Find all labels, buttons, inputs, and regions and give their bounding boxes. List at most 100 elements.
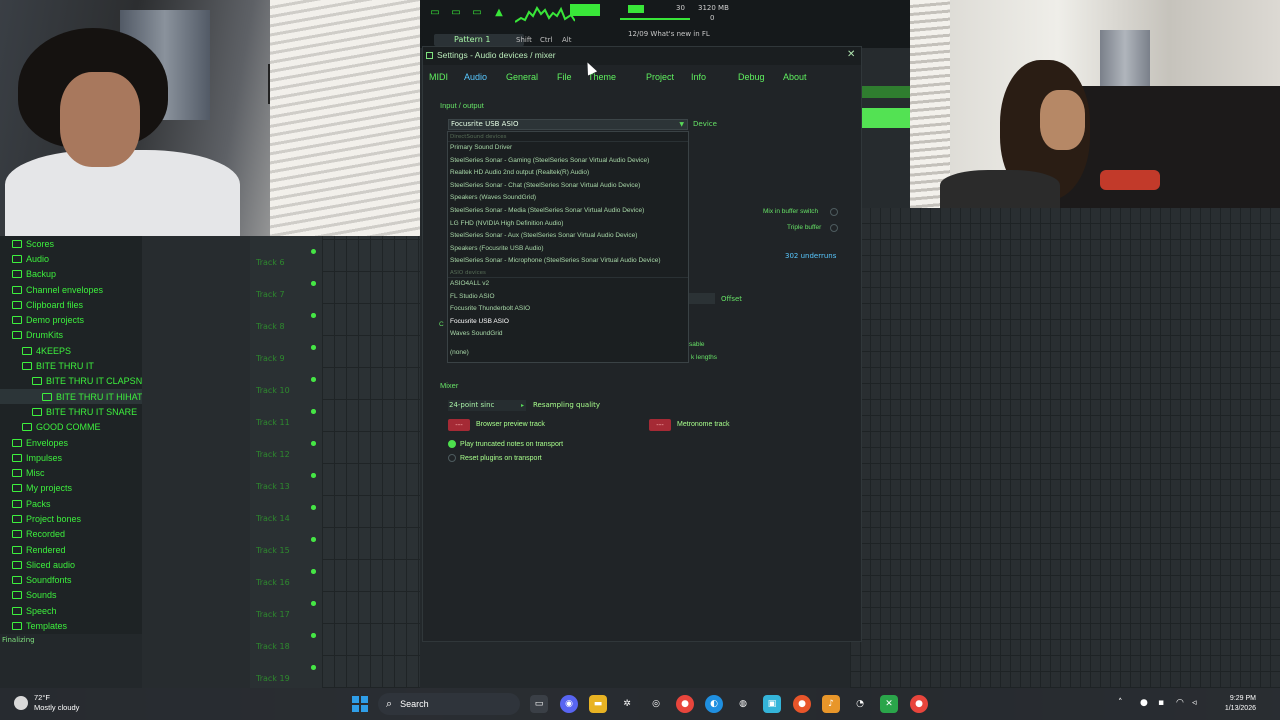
track-mute-led[interactable]	[311, 313, 316, 318]
track-label[interactable]: Track 7	[256, 290, 285, 299]
dropdown-item[interactable]: SteelSeries Sonar - Aux (SteelSeries Son…	[448, 230, 688, 243]
track-mute-led[interactable]	[311, 345, 316, 350]
dropdown-item[interactable]: LG FHD (NVIDIA High Definition Audio)	[448, 218, 688, 231]
pattern-selector[interactable]: Pattern 1	[434, 34, 524, 46]
dropdown-item[interactable]: SteelSeries Sonar - Media (SteelSeries S…	[448, 205, 688, 218]
windows-start-icon[interactable]	[352, 696, 368, 712]
browser-item[interactable]: Speech	[0, 603, 142, 618]
track-label[interactable]: Track 15	[256, 546, 290, 555]
tab-info[interactable]: Info	[691, 72, 706, 82]
track-mute-led[interactable]	[311, 537, 316, 542]
ctrl-key[interactable]: Ctrl	[540, 36, 552, 44]
steam-icon[interactable]: ◔	[851, 695, 869, 713]
dropdown-item-none[interactable]: (none)	[448, 347, 688, 360]
reset-plugins-radio[interactable]	[448, 454, 456, 462]
browser-item[interactable]: Channel envelopes	[0, 282, 142, 297]
fl-studio-icon[interactable]: ♪	[822, 695, 840, 713]
track-label[interactable]: Track 18	[256, 642, 290, 651]
browser-item[interactable]: Misc	[0, 465, 142, 480]
volume-icon[interactable]: ◃	[1192, 698, 1197, 708]
toolbar-icon[interactable]: ▭	[426, 6, 444, 20]
track-mute-led[interactable]	[311, 601, 316, 606]
track-mute-led[interactable]	[311, 665, 316, 670]
reset-plugins-option[interactable]: Reset plugins on transport	[448, 454, 542, 462]
track-label[interactable]: Track 13	[256, 482, 290, 491]
browser-item[interactable]: Sounds	[0, 588, 142, 603]
alt-key[interactable]: Alt	[562, 36, 571, 44]
track-label[interactable]: Track 11	[256, 418, 290, 427]
browser-item[interactable]: Packs	[0, 496, 142, 511]
dropdown-item[interactable]: Speakers (Focusrite USB Audio)	[448, 243, 688, 256]
toolbar-icon[interactable]: ▭	[447, 6, 465, 20]
weather-widget[interactable]: 72°F Mostly cloudy	[14, 693, 79, 713]
browser-item[interactable]: Demo projects	[0, 312, 142, 327]
offset-input[interactable]	[687, 293, 715, 304]
browser-item[interactable]: BITE THRU IT HIHAT	[0, 388, 142, 405]
app-icon[interactable]: ◎	[647, 695, 665, 713]
browser-item[interactable]: BITE THRU IT	[0, 358, 142, 373]
browser-item[interactable]: My projects	[0, 481, 142, 496]
track-label[interactable]: Track 8	[256, 322, 285, 331]
task-view-icon[interactable]: ▭	[530, 695, 548, 713]
track-label[interactable]: Track 6	[256, 258, 285, 267]
browser-item[interactable]: BITE THRU IT CLAPSNARE	[0, 374, 142, 389]
tab-debug[interactable]: Debug	[738, 72, 765, 82]
dropdown-item[interactable]: SteelSeries Sonar - Chat (SteelSeries So…	[448, 180, 688, 193]
microphone-icon[interactable]: ●	[1140, 698, 1148, 708]
track-mute-led[interactable]	[311, 505, 316, 510]
dialog-titlebar[interactable]: Settings - Audio devices / mixer ✕	[423, 47, 861, 65]
mix-in-buffer-switch-radio[interactable]	[830, 208, 838, 216]
dropdown-item[interactable]: Focusrite USB ASIO	[448, 316, 688, 329]
track-mute-led[interactable]	[311, 569, 316, 574]
dropdown-item[interactable]: Primary Sound Driver	[448, 142, 688, 155]
browser-item[interactable]: Project bones	[0, 511, 142, 526]
tab-project[interactable]: Project	[646, 72, 674, 82]
browser-item[interactable]: BITE THRU IT SNARE	[0, 404, 142, 419]
piano-roll-grid[interactable]	[850, 208, 1280, 688]
chrome-icon[interactable]: ●	[676, 695, 694, 713]
chevron-up-icon[interactable]: ˄	[1118, 698, 1123, 708]
track-label[interactable]: Track 12	[256, 450, 290, 459]
dropdown-item[interactable]: ASIO4ALL v2	[448, 278, 688, 291]
tab-general[interactable]: General	[506, 72, 538, 82]
tab-audio[interactable]: Audio	[464, 72, 487, 82]
browser-item[interactable]: Impulses	[0, 450, 142, 465]
app-tray-icon[interactable]: ▪	[1158, 698, 1164, 708]
dropdown-item[interactable]: SteelSeries Sonar - Microphone (SteelSer…	[448, 255, 688, 268]
track-label[interactable]: Track 9	[256, 354, 285, 363]
track-mute-led[interactable]	[311, 377, 316, 382]
browser-item[interactable]: GOOD COMME	[0, 420, 142, 435]
track-label[interactable]: Track 10	[256, 386, 290, 395]
network-icon[interactable]: ◠	[1176, 698, 1184, 708]
app-icon[interactable]: ◍	[734, 695, 752, 713]
track-label[interactable]: Track 19	[256, 674, 290, 683]
edge-icon[interactable]: ◐	[705, 695, 723, 713]
toolbar-icon[interactable]: ▭	[468, 6, 486, 20]
chrome-icon[interactable]: ●	[910, 695, 928, 713]
browser-item[interactable]: Clipboard files	[0, 297, 142, 312]
tab-midi[interactable]: MIDI	[429, 72, 448, 82]
dropdown-item[interactable]: Waves SoundGrid	[448, 328, 688, 341]
track-mute-led[interactable]	[311, 409, 316, 414]
close-icon[interactable]: ✕	[847, 49, 855, 60]
file-explorer-icon[interactable]: ▬	[589, 695, 607, 713]
system-clock[interactable]: 9:29 PM 1/13/2026	[1210, 694, 1256, 714]
dropdown-item[interactable]: Focusrite Thunderbolt ASIO	[448, 303, 688, 316]
browser-item[interactable]: DrumKits	[0, 328, 142, 343]
track-mute-led[interactable]	[311, 473, 316, 478]
track-label[interactable]: Track 17	[256, 610, 290, 619]
browser-item[interactable]: Recorded	[0, 527, 142, 542]
browser-preview-track-button[interactable]: ---	[448, 419, 470, 431]
taskbar-search[interactable]: ⌕ Search	[378, 693, 520, 715]
browser-item[interactable]: Soundfonts	[0, 573, 142, 588]
browser-item[interactable]: Scores	[0, 236, 142, 251]
pattern-clip[interactable]	[862, 108, 910, 128]
tempo-slider[interactable]	[620, 18, 690, 20]
track-mute-led[interactable]	[311, 633, 316, 638]
track-mute-led[interactable]	[311, 441, 316, 446]
dropdown-item[interactable]: Realtek HD Audio 2nd output (Realtek(R) …	[448, 167, 688, 180]
tab-about[interactable]: About	[783, 72, 807, 82]
interpolation-select[interactable]: 24-point sinc ▸	[448, 400, 526, 411]
browser-item[interactable]: Audio	[0, 251, 142, 266]
dropdown-item[interactable]: SteelSeries Sonar - Gaming (SteelSeries …	[448, 155, 688, 168]
